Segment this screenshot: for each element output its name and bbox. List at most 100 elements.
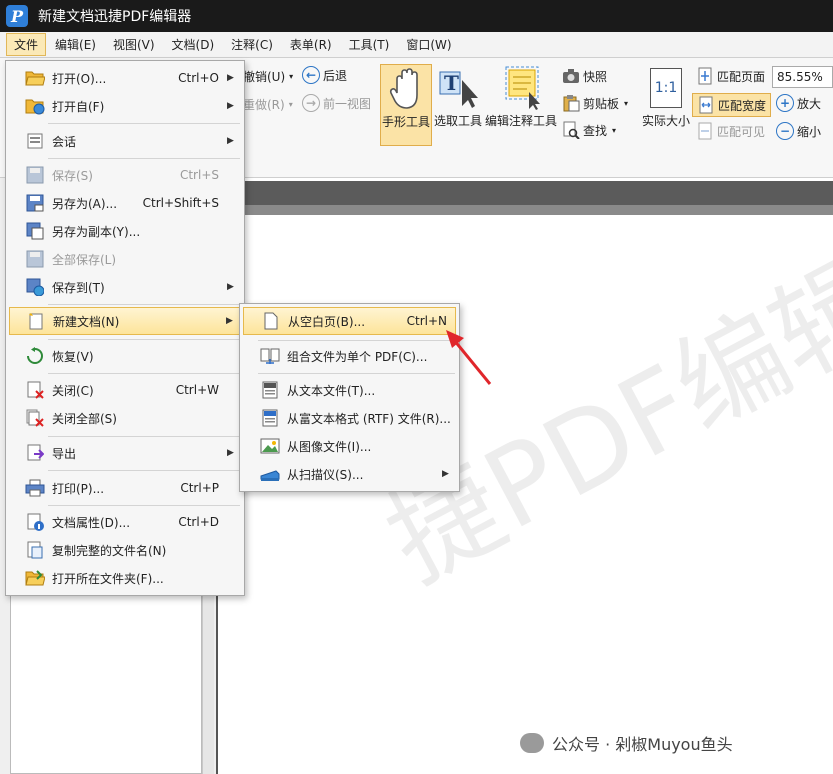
menu-restore-label: 恢复(V): [52, 349, 94, 364]
menu-open[interactable]: 打开(O)... Ctrl+O ▶: [9, 65, 241, 91]
menu-close[interactable]: 关闭(C) Ctrl+W: [9, 377, 241, 403]
menu-open-label: 打开(O)...: [52, 71, 107, 86]
undo-dropdown-icon: ▾: [289, 72, 294, 81]
back-button[interactable]: ← 后退: [302, 66, 347, 84]
panel-scrollbar[interactable]: [202, 580, 214, 774]
menu-print-label: 打印(P)...: [52, 481, 105, 496]
submenu-image-file[interactable]: 从图像文件(I)...: [243, 433, 456, 459]
save-icon: [24, 164, 46, 186]
window-title: 新建文档迅捷PDF编辑器: [38, 9, 192, 25]
zoom-in-button[interactable]: + 放大: [776, 94, 821, 112]
menu-file[interactable]: 文件: [6, 33, 47, 56]
fit-width-button[interactable]: 匹配宽度: [692, 93, 772, 117]
menu-print[interactable]: 打印(P)... Ctrl+P: [9, 475, 241, 501]
menu-form[interactable]: 表单(R): [282, 33, 340, 56]
submenu-combine[interactable]: 组合文件为单个 PDF(C)...: [243, 343, 456, 369]
menu-separator: [48, 123, 240, 124]
scanner-icon: [259, 463, 281, 485]
close-all-icon: [24, 407, 46, 429]
back-icon: ←: [302, 66, 320, 84]
actual-size-button[interactable]: 1:1 实际大小: [640, 64, 692, 146]
text-file-icon: [259, 379, 281, 401]
menu-comment[interactable]: 注释(C): [223, 33, 281, 56]
rtf-file-icon: [259, 407, 281, 429]
find-label: 查找: [583, 123, 608, 138]
title-bar: P 新建文档迅捷PDF编辑器: [0, 0, 833, 32]
menu-save-as[interactable]: 另存为(A)... Ctrl+Shift+S: [9, 190, 241, 216]
menu-save-shortcut: Ctrl+S: [179, 168, 219, 182]
properties-icon: [24, 511, 46, 533]
hand-tool-button[interactable]: 手形工具: [380, 64, 432, 146]
find-icon: [562, 121, 580, 140]
fit-visible-icon: [696, 122, 714, 140]
undo-button[interactable]: 撤销(U) ▾: [243, 68, 293, 85]
fit-page-button[interactable]: 匹配页面: [696, 67, 765, 85]
save-to-icon: [24, 276, 46, 298]
menu-close-all[interactable]: 关闭全部(S): [9, 405, 241, 431]
menu-restore[interactable]: 恢复(V): [9, 343, 241, 369]
wechat-icon: [520, 733, 544, 753]
chevron-right-icon: ▶: [227, 73, 234, 83]
print-icon: [24, 477, 46, 499]
menu-properties[interactable]: 文档属性(D)... Ctrl+D: [9, 509, 241, 535]
menu-new-document-label: 新建文档(N): [53, 314, 120, 329]
file-menu: 打开(O)... Ctrl+O ▶ 打开自(F) ▶ 会话 ▶ 保存(S) Ct…: [5, 60, 245, 596]
submenu-image-file-label: 从图像文件(I)...: [287, 439, 372, 454]
clipboard-dropdown-icon: ▾: [624, 98, 629, 108]
menu-window[interactable]: 窗口(W): [398, 33, 459, 56]
menu-copy-filename[interactable]: 复制完整的文件名(N): [9, 537, 241, 563]
submenu-scanner[interactable]: 从扫描仪(S)... ▶: [243, 461, 456, 487]
submenu-blank-page-label: 从空白页(B)...: [288, 314, 366, 329]
zoom-out-button[interactable]: − 缩小: [776, 122, 821, 140]
select-tool-button[interactable]: T 选取工具: [432, 64, 484, 146]
menu-export-label: 导出: [52, 446, 77, 461]
menu-export[interactable]: 导出 ▶: [9, 440, 241, 466]
menu-view[interactable]: 视图(V): [105, 33, 163, 56]
menu-close-shortcut: Ctrl+W: [175, 383, 219, 397]
save-all-icon: [24, 248, 46, 270]
menu-edit[interactable]: 编辑(E): [47, 33, 104, 56]
back-label: 后退: [323, 68, 348, 83]
prev-view-button[interactable]: → 前一视图: [302, 94, 371, 112]
menu-separator: [48, 505, 240, 506]
menu-save-to[interactable]: 保存到(T) ▶: [9, 274, 241, 300]
chevron-right-icon: ▶: [226, 316, 233, 326]
menu-new-document[interactable]: 新建文档(N) ▶: [9, 307, 241, 335]
select-tool-label: 选取工具: [433, 114, 482, 128]
menu-open-from[interactable]: 打开自(F) ▶: [9, 93, 241, 119]
menu-open-folder[interactable]: 打开所在文件夹(F)...: [9, 565, 241, 591]
redo-button[interactable]: 重做(R) ▾: [243, 96, 293, 113]
save-copy-icon: [24, 220, 46, 242]
menu-session[interactable]: 会话 ▶: [9, 128, 241, 154]
menu-open-shortcut: Ctrl+O: [178, 71, 219, 85]
submenu-blank-page[interactable]: 从空白页(B)... Ctrl+N: [243, 307, 456, 335]
menu-separator: [48, 304, 240, 305]
submenu-rtf-file[interactable]: 从富文本格式 (RTF) 文件(R)...: [243, 405, 456, 431]
menu-save-all[interactable]: 全部保存(L): [9, 246, 241, 272]
menu-save-copy[interactable]: 另存为副本(Y)...: [9, 218, 241, 244]
menu-properties-shortcut: Ctrl+D: [178, 515, 219, 529]
chevron-right-icon: ▶: [227, 136, 234, 146]
menu-save-copy-label: 另存为副本(Y)...: [52, 224, 141, 239]
find-button[interactable]: 查找 ▾: [562, 121, 616, 140]
menu-tools[interactable]: 工具(T): [341, 33, 398, 56]
menu-document[interactable]: 文档(D): [164, 33, 223, 56]
snapshot-button[interactable]: 快照: [562, 67, 607, 85]
chevron-right-icon: ▶: [227, 101, 234, 111]
fit-page-label: 匹配页面: [717, 69, 766, 84]
menu-save[interactable]: 保存(S) Ctrl+S: [9, 162, 241, 188]
clipboard-button[interactable]: 剪贴板 ▾: [562, 94, 628, 112]
annotation-tool-icon: [499, 64, 543, 112]
menu-save-as-shortcut: Ctrl+Shift+S: [142, 196, 219, 210]
menu-separator: [48, 158, 240, 159]
zoom-input[interactable]: 85.55%: [772, 66, 833, 88]
redo-label: 重做(R): [243, 98, 285, 112]
fit-visible-button[interactable]: 匹配可见: [696, 122, 765, 140]
image-file-icon: [259, 435, 281, 457]
menu-bar: 文件 编辑(E) 视图(V) 文档(D) 注释(C) 表单(R) 工具(T) 窗…: [0, 32, 833, 58]
edit-annotation-tool-button[interactable]: 编辑注释工具: [485, 64, 557, 146]
submenu-text-file[interactable]: 从文本文件(T)...: [243, 377, 456, 403]
actual-size-label: 实际大小: [641, 114, 690, 128]
menu-separator: [48, 470, 240, 471]
close-doc-icon: [24, 379, 46, 401]
